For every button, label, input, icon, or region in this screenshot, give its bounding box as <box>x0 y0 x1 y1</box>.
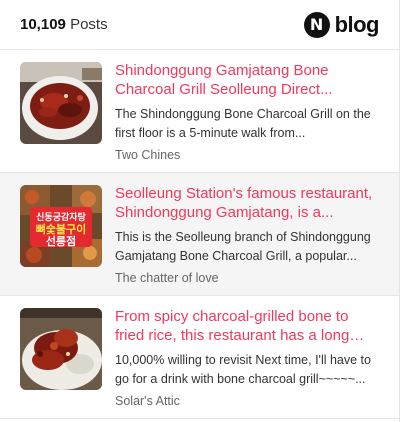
post-item[interactable]: From spicy charcoal-grilled bone to frie… <box>0 296 399 419</box>
post-snippet: The Shindonggung Bone Charcoal Grill on … <box>115 107 371 140</box>
panel-header: 10,109 Posts N blog <box>0 0 399 50</box>
post-info: Seolleung Station's famous restaurant, S… <box>115 184 375 285</box>
post-info: From spicy charcoal-grilled bone to frie… <box>115 307 375 408</box>
naver-blog-logo[interactable]: N blog <box>303 11 380 38</box>
post-item[interactable]: 신동궁감자탕 뼈숯불구이 선릉점 Seolleung Station's fam… <box>0 173 399 296</box>
post-thumbnail-image[interactable] <box>20 62 102 144</box>
post-author[interactable]: Two Chines <box>115 148 375 162</box>
blog-search-panel: 10,109 Posts N blog Shindonggung Gamjata… <box>0 0 400 422</box>
post-snippet: This is the Seolleung branch of Shindong… <box>115 230 371 263</box>
post-thumbnail-image[interactable]: 신동궁감자탕 뼈숯불구이 선릉점 <box>20 185 102 267</box>
post-info: Shindonggung Gamjatang Bone Charcoal Gri… <box>115 61 375 162</box>
post-thumbnail-image[interactable] <box>20 308 102 390</box>
post-count: 10,109 Posts <box>20 16 108 33</box>
naver-n-icon: N <box>303 11 330 38</box>
post-title-link[interactable]: Seolleung Station's famous restaurant, S… <box>115 184 375 222</box>
post-count-label: Posts <box>70 16 108 33</box>
thumbnail-caption-line3: 선릉점 <box>45 235 77 248</box>
post-count-value: 10,109 <box>20 16 66 33</box>
post-title-link[interactable]: From spicy charcoal-grilled bone to frie… <box>115 307 375 345</box>
post-author[interactable]: The chatter of love <box>115 271 375 285</box>
blog-wordmark: blog <box>334 11 380 37</box>
post-item[interactable]: Shindonggung Gamjatang Bone Charcoal Gri… <box>0 50 399 173</box>
post-snippet: 10,000% willing to revisit Next time, I'… <box>115 353 371 386</box>
post-author[interactable]: Solar's Attic <box>115 394 375 408</box>
post-title-link[interactable]: Shindonggung Gamjatang Bone Charcoal Gri… <box>115 61 375 99</box>
